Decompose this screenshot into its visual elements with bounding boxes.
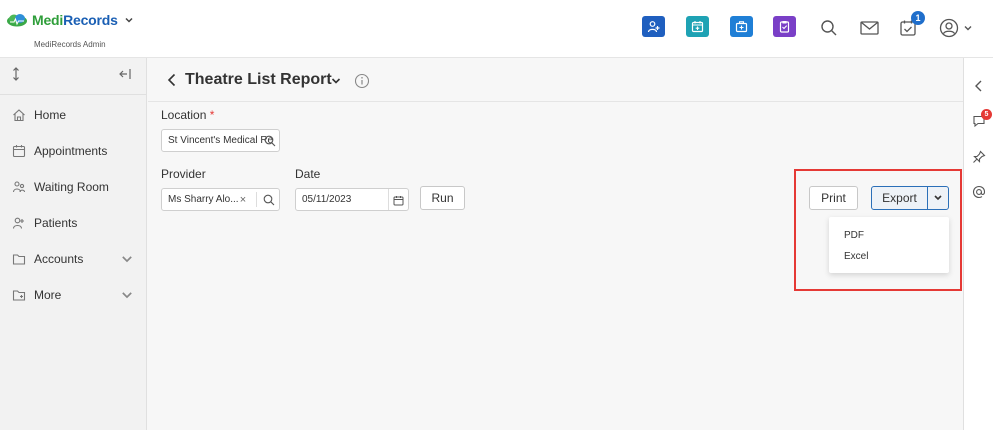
notification-badge: 1 [911,11,925,25]
location-label: Location * [161,108,214,122]
patients-icon [12,217,24,229]
chevron-down-icon [122,256,132,263]
date-picker-button[interactable] [390,192,406,208]
calendar-icon [691,21,704,33]
sidebar-item-label: Waiting Room [34,180,109,194]
sidebar-item-label: Appointments [34,144,108,158]
chevron-down-icon [964,26,972,31]
search-icon [264,135,276,147]
sidebar-item-label: Patients [34,216,78,230]
collapse-sidebar-icon[interactable] [117,66,133,82]
page-title: Theatre List Report [185,71,332,88]
mail-icon [859,21,879,35]
sidebar-item-patients[interactable]: Patients [0,209,147,237]
run-button[interactable]: Run [420,186,465,210]
print-button[interactable]: Print [809,186,858,210]
provider-value: Ms Sharry Alo... [168,194,239,205]
location-label-text: Location [161,108,207,122]
clipboard-icon [779,20,790,33]
folder-icon [12,254,26,265]
back-arrow-icon[interactable] [166,73,178,87]
clear-icon: × [239,194,247,206]
date-field-divider [388,189,389,210]
chevron-left-icon[interactable] [972,79,986,93]
chevron-down-icon[interactable] [331,77,341,85]
sidebar-item-more[interactable]: More [0,281,147,309]
location-search-button[interactable] [262,133,278,149]
calendar-icon [12,145,26,158]
export-button[interactable]: Export [872,187,928,209]
search-icon [263,194,275,206]
mention-icon[interactable] [972,185,986,199]
waiting-room-icon [12,181,26,193]
sidebar-item-label: More [34,288,62,302]
location-value: St Vincent's Medical Re [168,135,274,146]
provider-field-divider [256,192,257,207]
search-button[interactable] [817,16,841,40]
info-icon[interactable] [354,73,370,89]
export-option-pdf[interactable]: PDF [844,230,864,241]
add-patient-icon [647,21,660,33]
add-patient-button[interactable] [642,16,665,37]
export-dropdown-toggle[interactable] [928,187,948,209]
resize-vertical-icon[interactable] [8,66,24,82]
sidebar-item-appointments[interactable]: Appointments [0,137,147,165]
right-rail: 5 [963,58,993,430]
user-menu-button[interactable] [936,16,976,40]
pin-icon[interactable] [972,150,986,164]
brand-name: MediRecords [32,12,118,28]
sidebar-item-label: Home [34,108,67,122]
home-icon [13,109,25,122]
export-option-excel[interactable]: Excel [844,251,868,262]
chevron-down-icon [934,195,942,201]
medical-kit-icon [735,21,748,33]
new-appointment-button[interactable] [686,16,709,37]
sidebar-item-accounts[interactable]: Accounts [0,245,147,273]
search-icon [821,20,837,36]
page-header: Theatre List Report [148,58,963,102]
calendar-icon [393,195,403,205]
account-subtitle: MediRecords Admin [34,40,106,49]
sidebar: Home Appointments Waiting Room Patients … [0,58,147,430]
top-bar: MediRecords MediRecords Admin 1 [0,0,993,58]
user-avatar-icon [939,18,959,38]
export-button-group: Export [871,186,949,210]
app-logo[interactable]: MediRecords [6,12,134,28]
main-content: Theatre List Report Location * St Vincen… [148,58,963,430]
chevron-down-icon [125,17,133,23]
new-encounter-button[interactable] [730,16,753,37]
brand-name-part2: Records [63,12,118,28]
folder-more-icon [12,290,26,301]
sidebar-divider [0,94,147,95]
chevron-down-icon [122,292,132,299]
sidebar-item-label: Accounts [34,252,84,266]
brand-name-part1: Medi [32,12,64,28]
required-marker: * [209,108,215,122]
provider-label: Provider [161,167,206,181]
date-value: 05/11/2023 [302,194,352,205]
export-dropdown-menu: PDF Excel [829,217,949,273]
provider-search-button[interactable] [261,192,277,208]
new-task-button[interactable] [773,16,796,37]
mail-button[interactable] [857,16,881,40]
provider-clear-button[interactable]: × [236,192,250,208]
sidebar-item-home[interactable]: Home [0,101,147,129]
sidebar-item-waiting-room[interactable]: Waiting Room [0,173,147,201]
date-label: Date [295,167,321,181]
chat-badge: 5 [981,109,992,120]
cloud-logo-icon [7,14,27,27]
